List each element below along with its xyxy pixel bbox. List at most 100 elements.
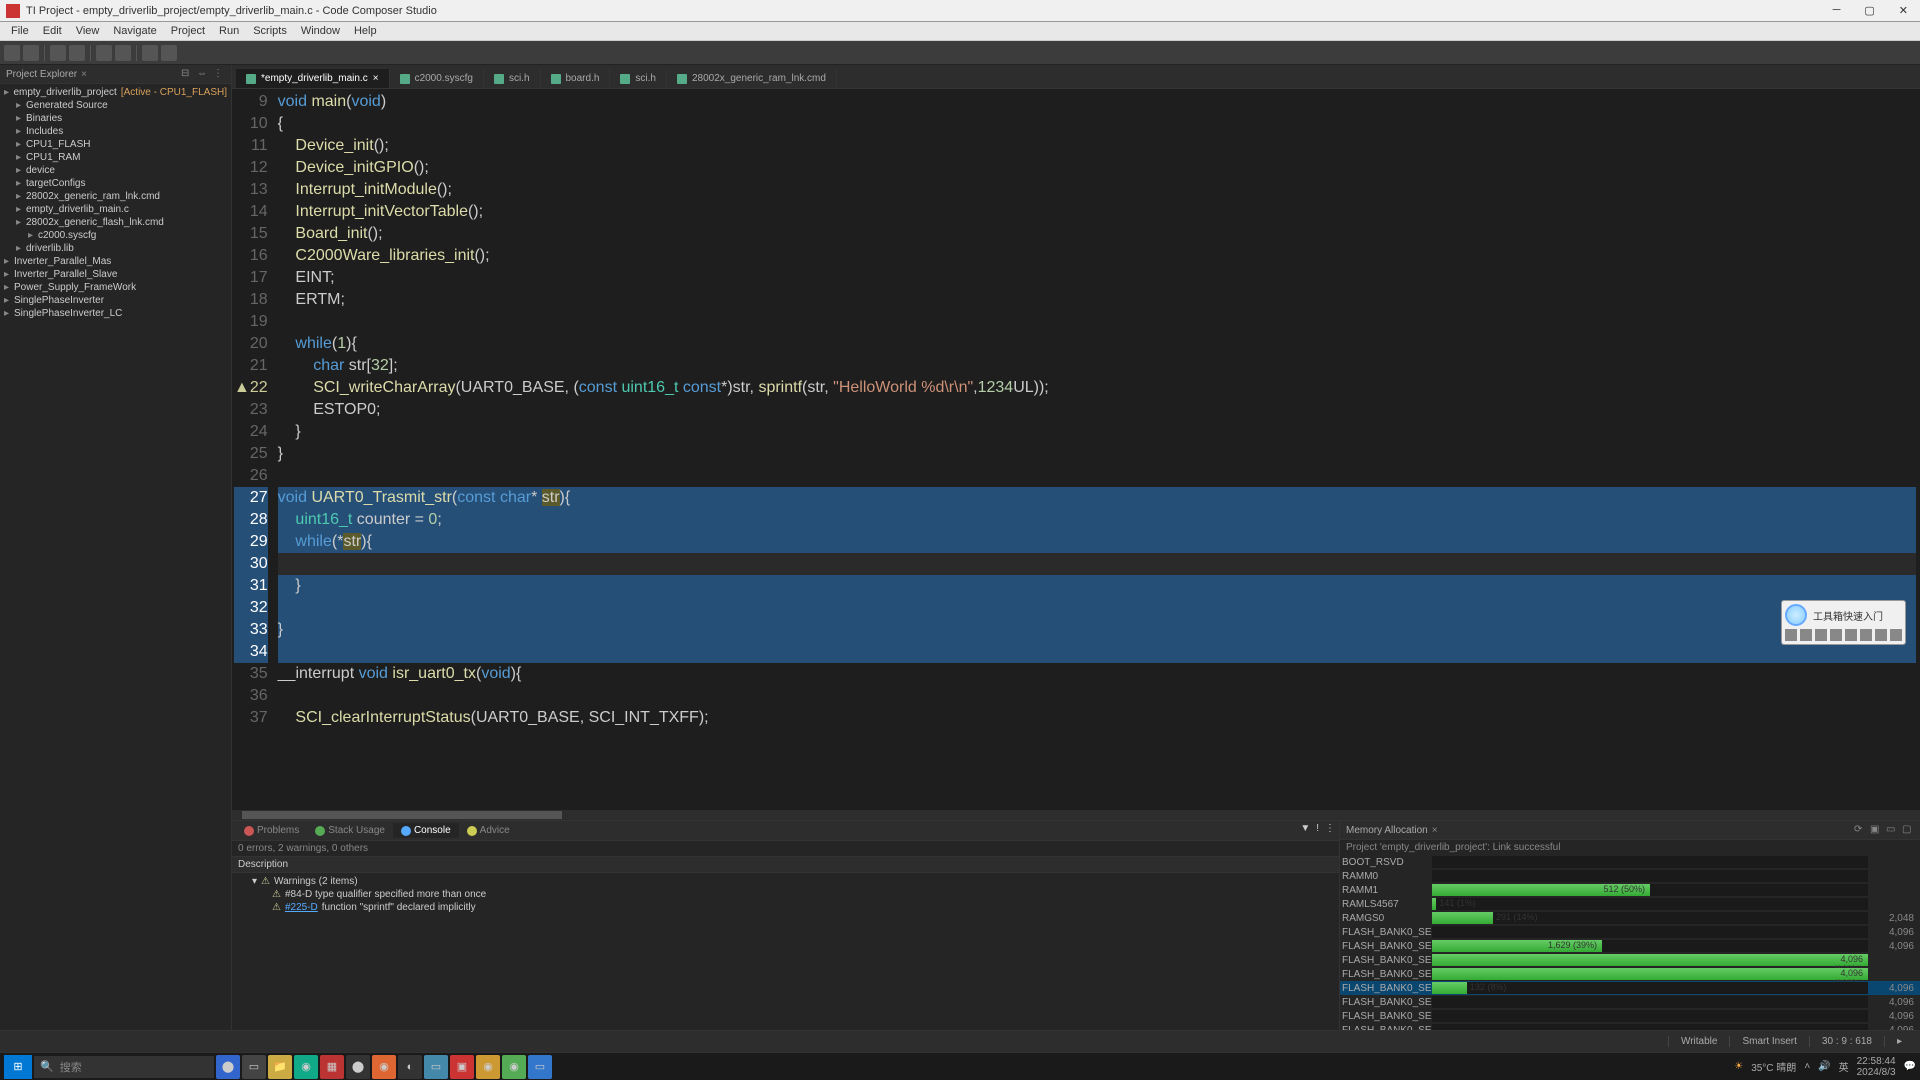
- console-tab-stack-usage[interactable]: Stack Usage: [307, 823, 393, 838]
- memory-min-icon[interactable]: ▭: [1886, 824, 1898, 836]
- menu-scripts[interactable]: Scripts: [246, 25, 294, 37]
- tree-item[interactable]: ▸Includes: [0, 125, 231, 138]
- taskbar-app-3[interactable]: 📁: [268, 1055, 292, 1079]
- taskbar-app-2[interactable]: ▭: [242, 1055, 266, 1079]
- memory-row[interactable]: FLASH_BANK0_SEC04,096: [1340, 925, 1920, 939]
- menu-help[interactable]: Help: [347, 25, 384, 37]
- taskbar-app-7[interactable]: ◉: [372, 1055, 396, 1079]
- editor-tab[interactable]: sci.h: [484, 69, 541, 88]
- tree-item[interactable]: ▸28002x_generic_flash_lnk.cmd: [0, 216, 231, 229]
- code-editor[interactable]: 9101112131415161718192021▲22232425262728…: [232, 89, 1920, 810]
- toolbar-build-icon[interactable]: [50, 45, 66, 61]
- taskbar-app-4[interactable]: ◉: [294, 1055, 318, 1079]
- console-item[interactable]: ▾ ⚠ Warnings (2 items): [232, 875, 1339, 888]
- memory-row[interactable]: FLASH_BANK0_SEC24,096 (100%): [1340, 953, 1920, 967]
- memory-row[interactable]: FLASH_BANK0_SEC64,096: [1340, 1009, 1920, 1023]
- toolbar-save-icon[interactable]: [23, 45, 39, 61]
- memory-refresh-icon[interactable]: ⟳: [1854, 824, 1866, 836]
- menu-navigate[interactable]: Navigate: [106, 25, 163, 37]
- tree-item[interactable]: ▸CPU1_RAM: [0, 151, 231, 164]
- editor-tab[interactable]: 28002x_generic_ram_lnk.cmd: [667, 69, 837, 88]
- tree-item[interactable]: ▸Binaries: [0, 112, 231, 125]
- menu-edit[interactable]: Edit: [36, 25, 69, 37]
- console-header-icon[interactable]: !: [1316, 823, 1319, 838]
- menu-run[interactable]: Run: [212, 25, 246, 37]
- tree-item[interactable]: ▸Generated Source: [0, 99, 231, 112]
- memory-row[interactable]: FLASH_BANK0_SEC11,629 (39%)4,096: [1340, 939, 1920, 953]
- explorer-menu-icon[interactable]: ⋮: [213, 68, 225, 80]
- console-tab-problems[interactable]: Problems: [236, 823, 307, 838]
- close-button[interactable]: ✕: [1893, 4, 1914, 17]
- console-tab-advice[interactable]: Advice: [459, 823, 518, 838]
- memory-expand-icon[interactable]: ▣: [1870, 824, 1882, 836]
- tray-volume-icon[interactable]: 🔊: [1818, 1061, 1830, 1072]
- tree-item[interactable]: ▸targetConfigs: [0, 177, 231, 190]
- tray-time[interactable]: 22:58:44: [1857, 1056, 1896, 1067]
- taskbar-search[interactable]: 🔍 搜索: [34, 1056, 214, 1078]
- console-item[interactable]: ⚠ #84-D type qualifier specified more th…: [232, 888, 1339, 901]
- memory-row[interactable]: FLASH_BANK0_SEC54,096: [1340, 995, 1920, 1009]
- widget-tool-4[interactable]: [1830, 629, 1842, 641]
- tree-item[interactable]: ▸CPU1_FLASH: [0, 138, 231, 151]
- memory-row[interactable]: FLASH_BANK0_SEC74,096: [1340, 1023, 1920, 1030]
- memory-row[interactable]: RAMM0: [1340, 869, 1920, 883]
- explorer-filter-icon[interactable]: ⊟: [181, 68, 193, 80]
- memory-row[interactable]: FLASH_BANK0_SEC34,096 (100%): [1340, 967, 1920, 981]
- toolbar-search-icon[interactable]: [142, 45, 158, 61]
- taskbar-app-10[interactable]: ▣: [450, 1055, 474, 1079]
- tree-item[interactable]: ▸Inverter_Parallel_Slave: [0, 268, 231, 281]
- tree-item[interactable]: ▸device: [0, 164, 231, 177]
- taskbar-app-6[interactable]: ⬤: [346, 1055, 370, 1079]
- memory-row[interactable]: BOOT_RSVD: [1340, 855, 1920, 869]
- tray-date[interactable]: 2024/8/3: [1857, 1067, 1896, 1078]
- editor-tab[interactable]: c2000.syscfg: [390, 69, 484, 88]
- taskbar-app-8[interactable]: ◐: [398, 1055, 422, 1079]
- tray-notification-icon[interactable]: 💬: [1904, 1061, 1916, 1072]
- widget-tool-5[interactable]: [1845, 629, 1857, 641]
- minimize-button[interactable]: ─: [1827, 4, 1847, 17]
- toolbar-settings-icon[interactable]: [161, 45, 177, 61]
- console-header-icon[interactable]: ▼: [1300, 823, 1310, 838]
- menu-file[interactable]: File: [4, 25, 36, 37]
- tab-close-icon[interactable]: ×: [373, 73, 379, 84]
- taskbar-app-13[interactable]: ▭: [528, 1055, 552, 1079]
- tray-ime-icon[interactable]: 英: [1839, 1059, 1849, 1074]
- toolbar-run-icon[interactable]: [96, 45, 112, 61]
- widget-tool-2[interactable]: [1800, 629, 1812, 641]
- widget-tool-8[interactable]: [1890, 629, 1902, 641]
- editor-tab[interactable]: *empty_driverlib_main.c×: [236, 69, 390, 88]
- tree-item[interactable]: ▸28002x_generic_ram_lnk.cmd: [0, 190, 231, 203]
- taskbar-app-12[interactable]: ◉: [502, 1055, 526, 1079]
- menu-window[interactable]: Window: [294, 25, 347, 37]
- editor-tab[interactable]: board.h: [541, 69, 611, 88]
- tree-item[interactable]: ▸Inverter_Parallel_Mas: [0, 255, 231, 268]
- memory-max-icon[interactable]: ▢: [1902, 824, 1914, 836]
- console-tab-console[interactable]: Console: [393, 823, 459, 838]
- memory-row[interactable]: RAMLS4567141 (1%): [1340, 897, 1920, 911]
- tree-item[interactable]: ▸SinglePhaseInverter_LC: [0, 307, 231, 320]
- console-item[interactable]: ⚠ #225-D function "sprintf" declared imp…: [232, 901, 1339, 914]
- widget-tool-6[interactable]: [1860, 629, 1872, 641]
- start-button[interactable]: ⊞: [4, 1055, 32, 1079]
- tree-item[interactable]: ▸empty_driverlib_main.c: [0, 203, 231, 216]
- tray-weather-text[interactable]: 35°C 晴朗: [1751, 1059, 1796, 1074]
- tray-weather-icon[interactable]: ☀: [1734, 1061, 1743, 1072]
- taskbar-app-9[interactable]: ▭: [424, 1055, 448, 1079]
- toolbar-debug-icon[interactable]: [69, 45, 85, 61]
- taskbar-app-1[interactable]: ⬤: [216, 1055, 240, 1079]
- widget-tool-7[interactable]: [1875, 629, 1887, 641]
- taskbar-app-11[interactable]: ◉: [476, 1055, 500, 1079]
- memory-close-icon[interactable]: ×: [1432, 825, 1438, 836]
- tree-item[interactable]: ▸Power_Supply_FrameWork: [0, 281, 231, 294]
- toolbar-stop-icon[interactable]: [115, 45, 131, 61]
- memory-row[interactable]: RAMGS0291 (14%)2,048: [1340, 911, 1920, 925]
- menu-project[interactable]: Project: [164, 25, 212, 37]
- toolbar-new-icon[interactable]: [4, 45, 20, 61]
- menu-view[interactable]: View: [69, 25, 107, 37]
- editor-tab[interactable]: sci.h: [610, 69, 667, 88]
- tree-item[interactable]: ▸c2000.syscfg: [0, 229, 231, 242]
- horizontal-scrollbar[interactable]: [232, 810, 1920, 820]
- maximize-button[interactable]: ▢: [1858, 4, 1880, 17]
- tray-up-icon[interactable]: ˄: [1804, 1061, 1810, 1072]
- explorer-link-icon[interactable]: ⇔: [197, 68, 209, 80]
